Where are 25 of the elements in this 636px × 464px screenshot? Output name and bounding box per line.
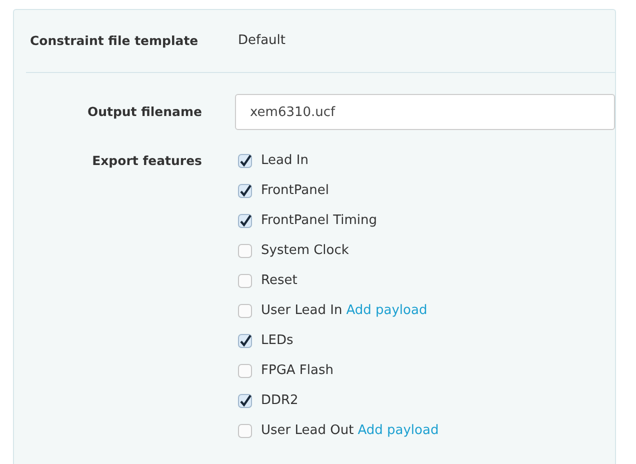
field-label: Export features (91, 152, 202, 170)
checkbox[interactable] (238, 304, 252, 318)
checkbox-label[interactable]: FPGA Flash (261, 361, 334, 381)
checkbox-label[interactable]: DDR2 (261, 391, 298, 411)
checkbox[interactable] (238, 274, 252, 288)
output-filename-field[interactable]: xem6310.ucf (235, 94, 615, 130)
checkbox[interactable] (238, 364, 252, 378)
field-label: Constraint file template (29, 32, 200, 50)
checkbox[interactable] (238, 394, 252, 408)
checkbox[interactable] (238, 154, 252, 168)
checkbox-label[interactable]: System Clock (261, 241, 349, 261)
checkbox-label[interactable]: LEDs (261, 331, 294, 351)
checkbox[interactable] (238, 244, 252, 258)
checkbox-label[interactable]: FrontPanel (261, 181, 329, 201)
checkbox-label[interactable]: User Lead In (261, 301, 342, 321)
checkbox-label[interactable]: Reset (261, 271, 298, 291)
field-label: Output filename (86, 102, 202, 121)
checkbox-label[interactable]: User Lead Out (261, 421, 354, 441)
checkbox-label[interactable]: FrontPanel Timing (261, 211, 378, 231)
checkbox[interactable] (238, 424, 252, 438)
checkbox[interactable] (238, 214, 252, 228)
checkbox-label[interactable]: Lead In (261, 151, 308, 171)
checkbox[interactable] (238, 184, 252, 198)
field-value: Default (238, 32, 286, 50)
checkbox[interactable] (238, 334, 252, 348)
